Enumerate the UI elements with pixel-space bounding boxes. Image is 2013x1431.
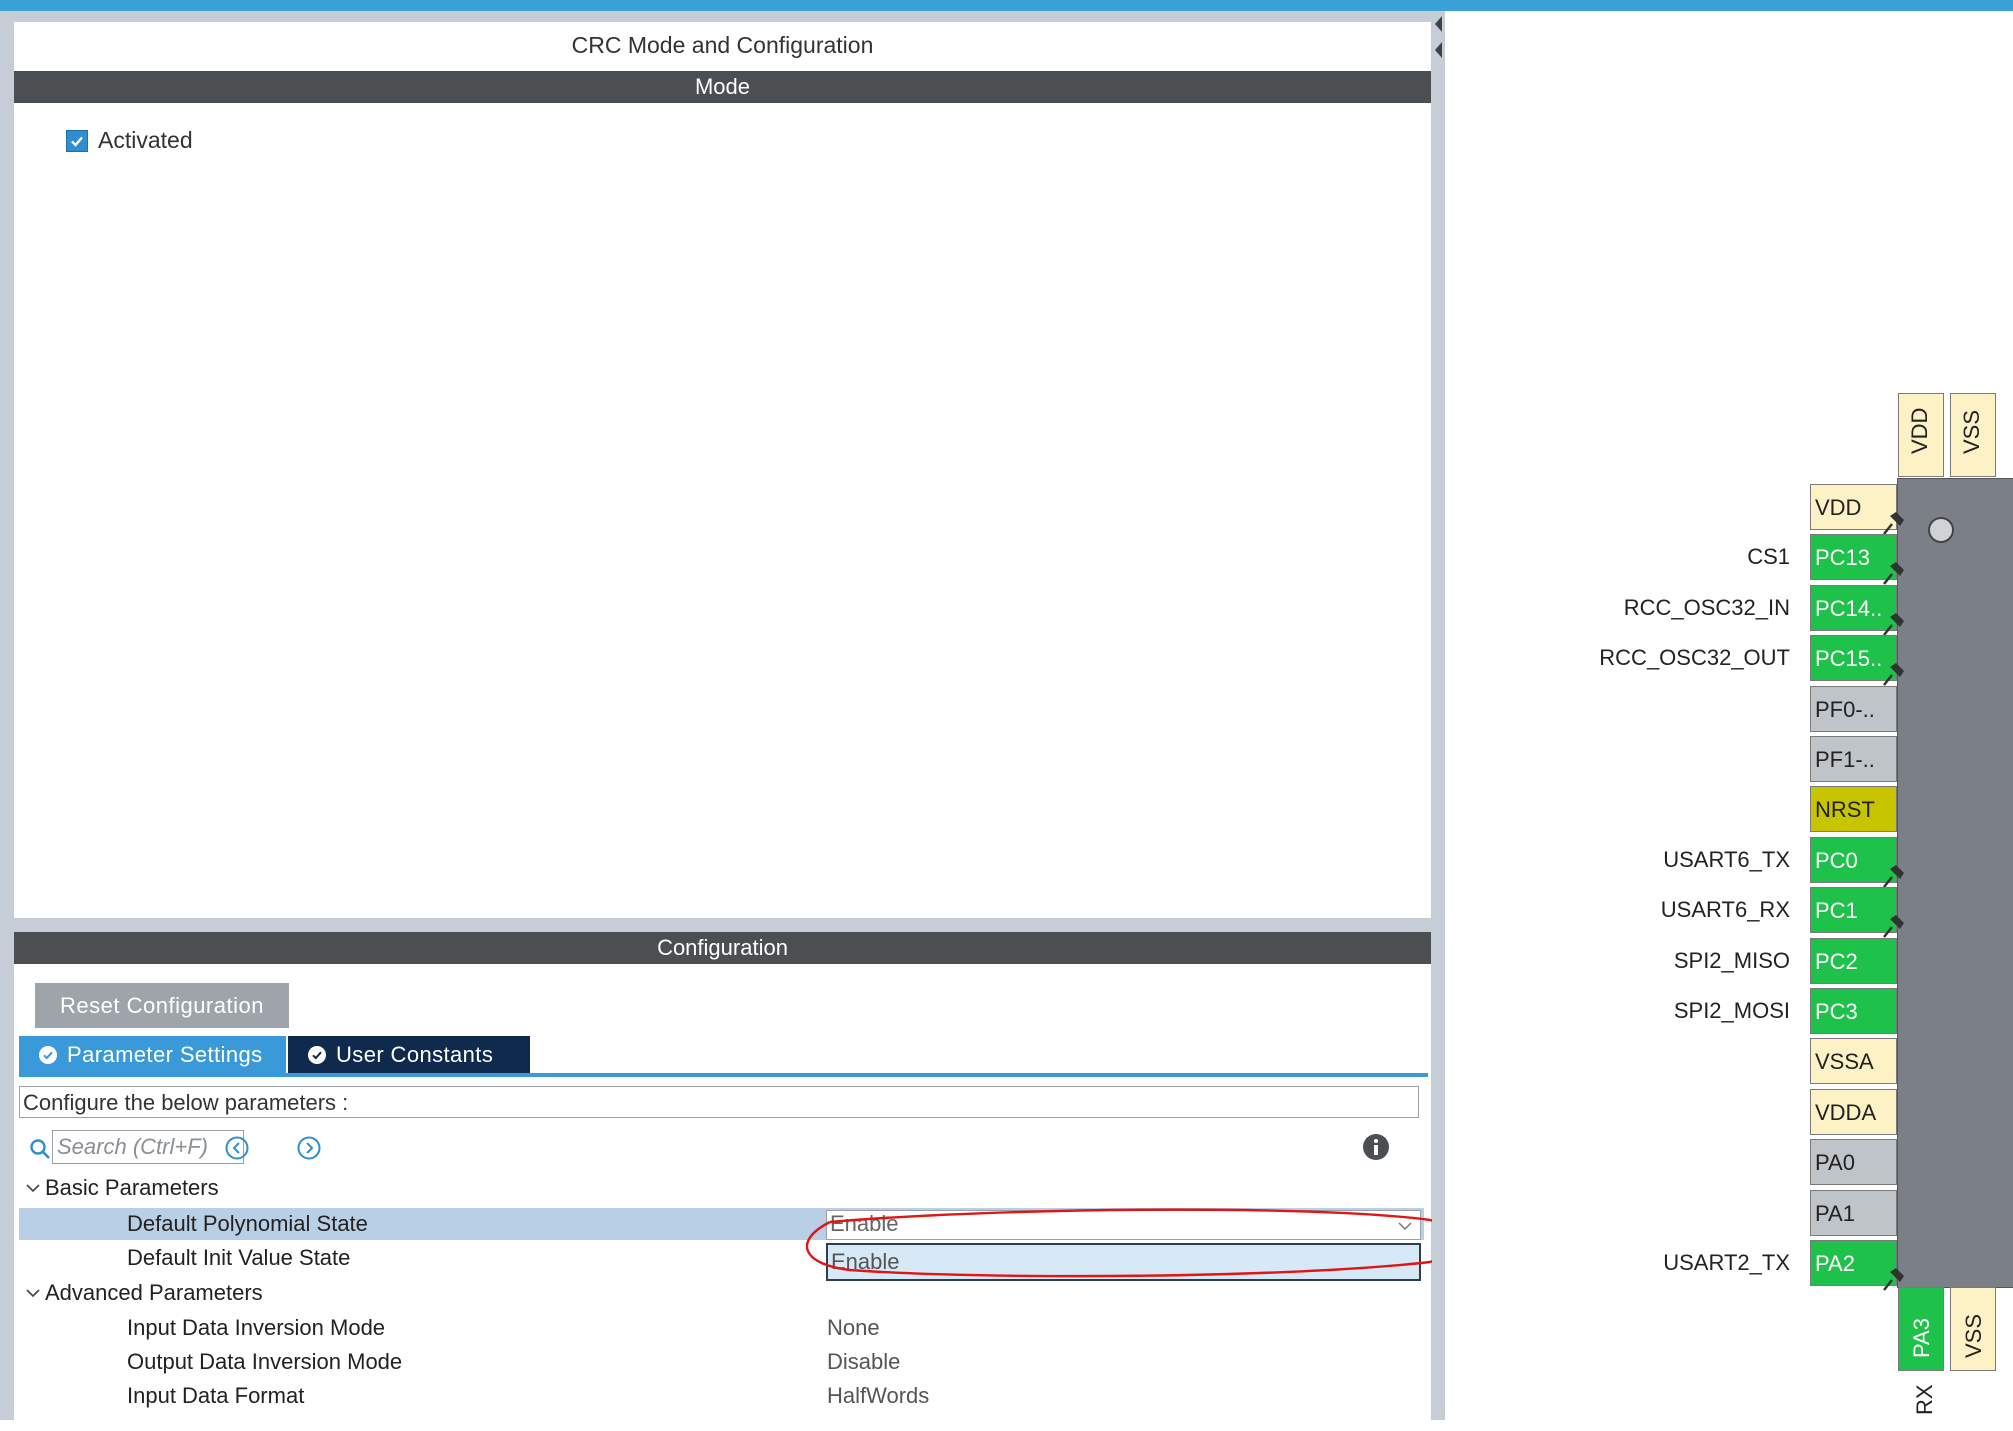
pin-pa1[interactable]: PA1 [1810,1190,1897,1236]
window-top-accent-bar [0,0,2013,11]
tab-parameter-settings[interactable]: Parameter Settings [19,1036,286,1073]
group-label: Basic Parameters [45,1175,219,1200]
pin-vssa[interactable]: VSSA [1810,1038,1897,1084]
collapse-arrows-icon[interactable] [1432,14,1444,62]
search-input[interactable] [52,1130,244,1164]
select-value: Enable [830,1211,899,1236]
top-pin-vss[interactable]: VSS [1950,393,1996,477]
pin-label: VSS [1959,409,1984,454]
param-default-init-value-state[interactable]: Default Init Value State Enable [19,1242,1424,1281]
pin-label: VSS [1961,1313,1986,1358]
configuration-pane: Configuration Reset Configuration Parame… [14,932,1431,1431]
chevron-down-icon [1398,1222,1412,1231]
param-input-data-format[interactable]: Input Data Format HalfWords [19,1380,1424,1412]
search-icon[interactable] [28,1137,52,1161]
param-value[interactable]: Disable [827,1346,900,1378]
param-name: Default Init Value State [127,1245,351,1270]
param-name: Input Data Inversion Mode [127,1315,386,1340]
bottom-signal-label: RX [1912,1384,1937,1415]
activated-checkbox-row[interactable]: Activated [66,127,193,154]
top-pin-vdd[interactable]: VDD [1898,393,1944,477]
panel-title: CRC Mode and Configuration [571,32,874,58]
param-value[interactable]: HalfWords [827,1380,929,1412]
configuration-section-header: Configuration [14,932,1431,964]
pin-signal-label[interactable]: USART6_TX [1663,837,1790,883]
tab-label: Parameter Settings [67,1041,263,1067]
param-output-data-inversion-mode[interactable]: Output Data Inversion Mode Disable [19,1346,1424,1378]
pin-nrst[interactable]: NRST [1810,786,1897,832]
activated-checkbox[interactable] [66,129,88,152]
parameters-description: Configure the below parameters : [19,1086,1419,1118]
tab-underline [19,1073,1428,1077]
reset-configuration-button[interactable]: Reset Configuration [35,983,289,1028]
pin-label: VDD [1907,407,1932,454]
mode-section-header: Mode [14,71,1431,103]
pin-signal-label[interactable]: USART6_RX [1661,887,1790,933]
pin-pc2[interactable]: PC2 [1810,938,1897,984]
panel-splitter[interactable] [1432,11,1445,1420]
param-name: Default Polynomial State [127,1211,368,1236]
pin-vdda[interactable]: VDDA [1810,1089,1897,1135]
previous-match-icon[interactable] [224,1135,250,1161]
param-default-polynomial-state[interactable]: Default Polynomial State Enable [19,1208,1424,1240]
default-polynomial-state-select[interactable]: Enable [826,1210,1421,1240]
pin-label: PA3 [1909,1318,1934,1358]
bottom-pin-vss[interactable]: VSS [1950,1287,1996,1371]
pin-signal-label[interactable]: RCC_OSC32_OUT [1599,635,1790,681]
chevron-down-icon [26,1184,40,1193]
group-label: Advanced Parameters [45,1280,263,1305]
check-icon [71,136,83,147]
pin-signal-label[interactable]: CS1 [1747,534,1790,580]
param-name: Output Data Inversion Mode [127,1349,403,1374]
pin-signal-label[interactable]: USART2_TX [1663,1240,1790,1286]
pushpin-icon [1883,1268,1904,1291]
param-input-data-inversion-mode[interactable]: Input Data Inversion Mode None [19,1312,1424,1344]
param-name: Input Data Format [127,1383,305,1408]
group-advanced-parameters[interactable]: Advanced Parameters [19,1277,1424,1309]
pin-pa0[interactable]: PA0 [1810,1139,1897,1185]
default-init-value-state-field[interactable]: Enable [826,1243,1421,1281]
group-basic-parameters[interactable]: Basic Parameters [19,1172,1424,1204]
tab-user-constants[interactable]: User Constants [288,1036,530,1073]
param-value[interactable]: None [827,1312,880,1344]
pin-pf1[interactable]: PF1-.. [1810,736,1897,782]
pin-signal-label[interactable]: RCC_OSC32_IN [1624,585,1790,631]
configuration-panel: CRC Mode and Configuration Mode Activate… [0,11,1445,1431]
pin-signal-label[interactable]: SPI2_MISO [1674,938,1790,984]
mcu-chip-body [1897,478,2013,1288]
pin-pf0[interactable]: PF0-.. [1810,686,1897,732]
check-circle-icon [39,1045,57,1064]
check-circle-icon [308,1045,326,1064]
pin-signal-label[interactable]: SPI2_MOSI [1674,988,1790,1034]
pin-pc3[interactable]: PC3 [1810,988,1897,1034]
info-icon[interactable] [1362,1133,1390,1161]
bottom-pin-pa3[interactable]: PA3 [1898,1287,1944,1371]
activated-label: Activated [98,127,193,153]
chevron-down-icon [26,1289,40,1298]
tab-label: User Constants [336,1041,494,1067]
pin1-marker [1928,517,1954,543]
next-match-icon[interactable] [296,1135,322,1161]
mode-pane: CRC Mode and Configuration Mode Activate… [14,22,1431,918]
